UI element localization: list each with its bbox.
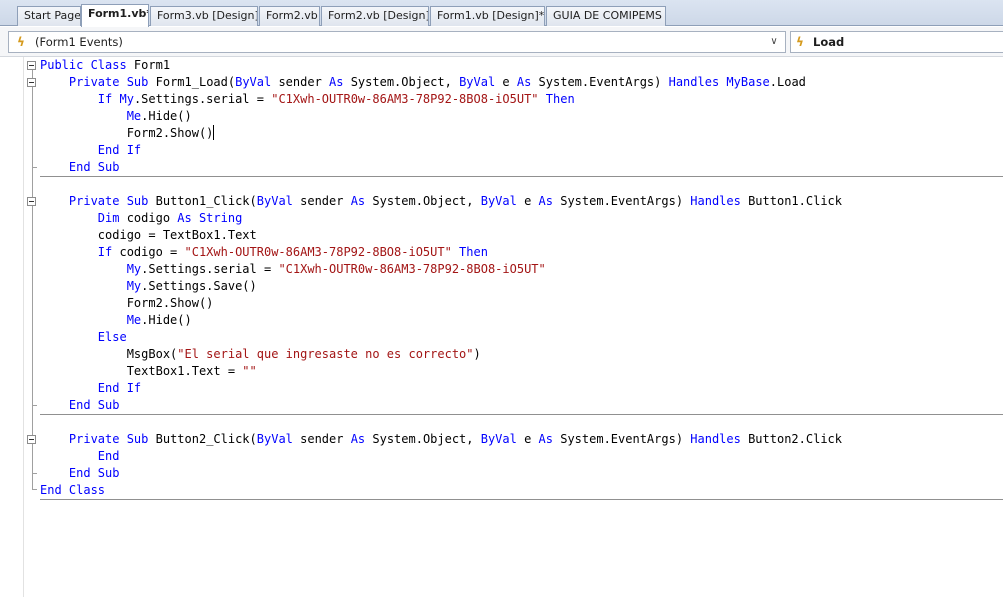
code-line: Form2.Show() <box>126 125 215 140</box>
tab-form3-design[interactable]: Form3.vb [Design] <box>150 6 258 26</box>
outline-end-tick <box>32 473 37 474</box>
method-name-dropdown[interactable]: ϟ Load <box>790 31 1003 53</box>
collapse-sub-icon[interactable] <box>27 435 36 444</box>
code-line: End Sub <box>68 160 120 174</box>
code-line: End If <box>97 381 142 395</box>
tab-label: Form3.vb [Design] <box>157 9 258 22</box>
code-line: Private Sub Button2_Click(ByVal sender A… <box>68 432 843 446</box>
tab-label: Form2.vb [Design] <box>328 9 429 22</box>
code-line: MsgBox("El serial que ingresaste no es c… <box>126 347 481 361</box>
code-line: My.Settings.Save() <box>126 279 257 293</box>
code-editor[interactable]: Public Class Form1 Private Sub Form1_Loa… <box>0 57 1003 597</box>
tab-label: Form2.vb <box>266 9 318 22</box>
code-line: Public Class Form1 <box>40 58 171 72</box>
code-line: Private Sub Button1_Click(ByVal sender A… <box>68 194 843 208</box>
code-line: Dim codigo As String <box>97 211 243 225</box>
code-line: Else <box>97 330 127 344</box>
collapse-sub-icon[interactable] <box>27 197 36 206</box>
outline-end-tick <box>32 489 37 490</box>
indicator-margin <box>0 57 24 597</box>
tab-form2-vb[interactable]: Form2.vb <box>259 6 320 26</box>
code-line: End If <box>97 143 142 157</box>
code-line: Private Sub Form1_Load(ByVal sender As S… <box>68 75 806 89</box>
tab-label: Form1.vb [Design]* <box>437 9 545 22</box>
code-line: If My.Settings.serial = "C1Xwh-OUTR0w-86… <box>97 92 575 106</box>
tab-label: Start Page <box>24 9 81 22</box>
outline-guide <box>32 69 33 489</box>
collapse-sub-icon[interactable] <box>27 78 36 87</box>
code-line: codigo = TextBox1.Text <box>97 228 257 242</box>
code-line: Me.Hide() <box>126 109 192 123</box>
event-icon: ϟ <box>796 35 804 49</box>
code-line: End Sub <box>68 466 120 480</box>
document-tab-strip: Start Page Form1.vb* Form3.vb [Design] F… <box>0 0 1003 27</box>
outline-end-tick <box>32 167 37 168</box>
code-line: Me.Hide() <box>126 313 192 327</box>
tab-start-page[interactable]: Start Page <box>17 6 81 26</box>
procedure-separator <box>40 499 1003 500</box>
text-caret <box>213 125 215 140</box>
navigation-bar: ϟ (Form1 Events) ∨ ϟ Load <box>0 27 1003 57</box>
code-line: Form2.Show() <box>126 296 214 310</box>
tab-form1-design[interactable]: Form1.vb [Design]* <box>430 6 545 26</box>
tab-label: Form1.vb* <box>88 7 149 20</box>
code-line: End <box>97 449 120 463</box>
outline-end-tick <box>32 405 37 406</box>
chevron-down-icon[interactable]: ∨ <box>769 32 779 52</box>
code-line: End Class <box>40 483 106 497</box>
tab-label: GUIA DE COMIPEMS <box>553 9 662 22</box>
tab-form1-vb[interactable]: Form1.vb* <box>81 4 149 27</box>
code-text[interactable]: Public Class Form1 Private Sub Form1_Loa… <box>40 57 1003 499</box>
code-line: If codigo = "C1Xwh-OUTR0w-86AM3-78P92-8B… <box>97 245 488 259</box>
collapse-class-icon[interactable] <box>27 61 36 70</box>
method-name-value: Load <box>813 35 845 49</box>
class-name-dropdown[interactable]: ϟ (Form1 Events) ∨ <box>8 31 786 53</box>
code-line: End Sub <box>68 398 120 412</box>
class-name-value: (Form1 Events) <box>35 35 123 49</box>
code-line: TextBox1.Text = "" <box>126 364 257 378</box>
tab-guia-comipems[interactable]: GUIA DE COMIPEMS <box>546 6 666 26</box>
events-icon: ϟ <box>17 35 25 49</box>
tab-form2-design[interactable]: Form2.vb [Design] <box>321 6 429 26</box>
code-line: My.Settings.serial = "C1Xwh-OUTR0w-86AM3… <box>126 262 546 276</box>
